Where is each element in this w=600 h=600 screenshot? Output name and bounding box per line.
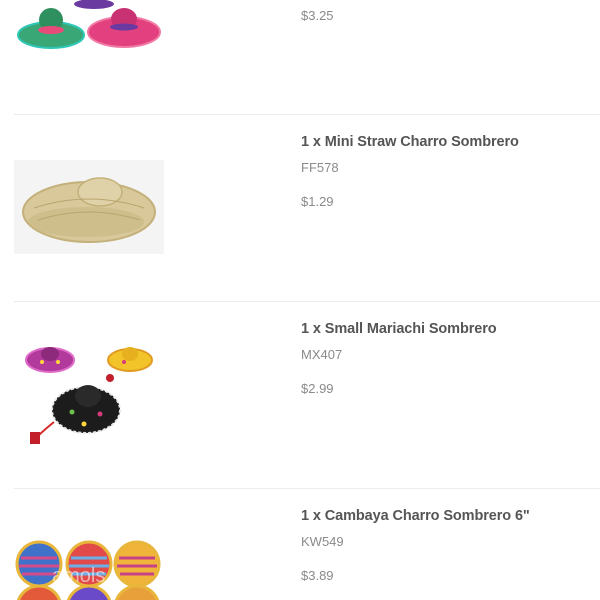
item-price: $3.89: [301, 568, 334, 583]
list-item: $3.25: [0, 0, 600, 114]
item-name[interactable]: 1 x Mini Straw Charro Sombrero: [301, 134, 519, 150]
product-image[interactable]: [14, 160, 164, 254]
item-price: $3.25: [301, 8, 334, 23]
item-sku: KW549: [301, 534, 344, 549]
cambaya-sombreros-icon: amols: [15, 540, 161, 600]
watermark: amols: [52, 565, 105, 587]
item-name[interactable]: 1 x Cambaya Charro Sombrero 6": [301, 508, 530, 524]
list-item: 1 x Mini Straw Charro Sombrero FF578 $1.…: [0, 115, 600, 301]
product-image[interactable]: [14, 0, 164, 60]
list-item: 1 x Small Mariachi Sombrero MX407 $2.99: [0, 302, 600, 488]
cart-item-list: $3.25 1 x Mini Straw Charro Sombrero FF5…: [0, 0, 600, 600]
item-sku: FF578: [301, 160, 339, 175]
product-image[interactable]: [14, 338, 164, 454]
item-price: $2.99: [301, 381, 334, 396]
product-image[interactable]: amols: [14, 538, 164, 600]
straw-sombrero-icon: [22, 177, 156, 243]
item-name[interactable]: 1 x Small Mariachi Sombrero: [301, 321, 497, 337]
item-price: $1.29: [301, 194, 334, 209]
colorful-sombreros-icon: [17, 0, 161, 49]
item-sku: MX407: [301, 347, 343, 362]
list-item: amols 1 x Cambaya Charro Sombrero 6" KW5…: [0, 489, 600, 600]
mariachi-sombreros-icon: [25, 347, 153, 444]
